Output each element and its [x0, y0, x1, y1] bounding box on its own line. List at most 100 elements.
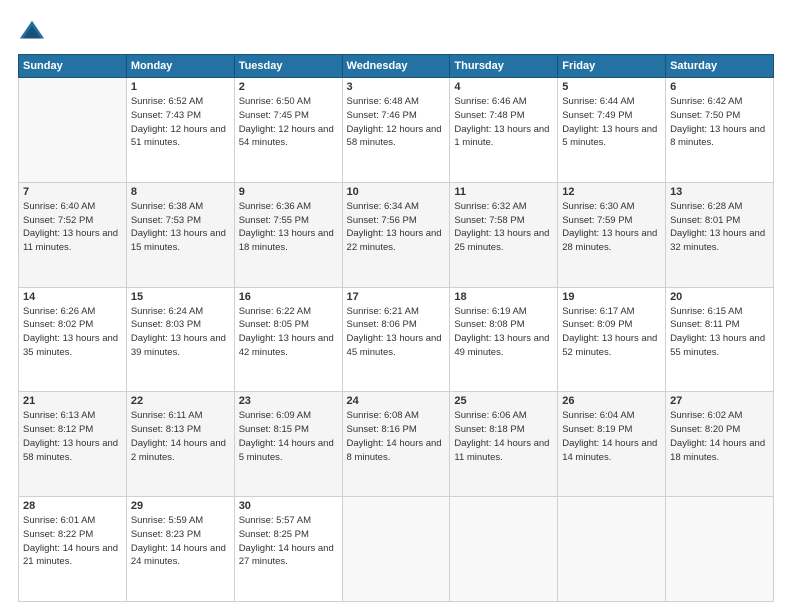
calendar-cell: 14Sunrise: 6:26 AMSunset: 8:02 PMDayligh…	[19, 287, 127, 392]
calendar-cell: 8 Sunrise: 6:38 AMSunset: 7:53 PMDaylight…	[126, 182, 234, 287]
day-info: Sunrise: 6:19 AMSunset: 8:08 PMDaylight:…	[454, 305, 553, 360]
calendar-cell: 18 Sunrise: 6:19 AMSunset: 8:08 PMDayligh…	[450, 287, 558, 392]
day-number: 8	[131, 186, 230, 198]
day-number: 30	[239, 500, 338, 512]
day-info: Sunrise: 6:48 AMSunset: 7:46 PMDaylight:…	[347, 95, 446, 150]
header-monday: Monday	[126, 55, 234, 78]
day-number: 28	[23, 500, 122, 512]
day-number: 17	[347, 291, 446, 303]
calendar-header-row: SundayMondayTuesdayWednesdayThursdayFrid…	[19, 55, 774, 78]
calendar-cell: 10 Sunrise: 6:34 AMSunset: 7:56 PMDayligh…	[342, 182, 450, 287]
day-number: 23	[239, 395, 338, 407]
header-friday: Friday	[558, 55, 666, 78]
calendar-cell: 26 Sunrise: 6:04 AMSunset: 8:19 PMDayligh…	[558, 392, 666, 497]
day-number: 21	[23, 395, 122, 407]
day-info: Sunrise: 6:01 AMSunset: 8:22 PMDaylight:…	[23, 514, 122, 569]
calendar-cell: 9 Sunrise: 6:36 AMSunset: 7:55 PMDaylight…	[234, 182, 342, 287]
calendar-cell	[666, 497, 774, 602]
day-number: 10	[347, 186, 446, 198]
day-number: 25	[454, 395, 553, 407]
header-tuesday: Tuesday	[234, 55, 342, 78]
day-info: Sunrise: 6:13 AMSunset: 8:12 PMDaylight:…	[23, 409, 122, 464]
day-number: 4	[454, 81, 553, 93]
day-info: Sunrise: 6:17 AMSunset: 8:09 PMDaylight:…	[562, 305, 661, 360]
day-info: Sunrise: 6:09 AMSunset: 8:15 PMDaylight:…	[239, 409, 338, 464]
calendar-cell: 27 Sunrise: 6:02 AMSunset: 8:20 PMDayligh…	[666, 392, 774, 497]
day-number: 5	[562, 81, 661, 93]
day-number: 2	[239, 81, 338, 93]
day-info: Sunrise: 6:06 AMSunset: 8:18 PMDaylight:…	[454, 409, 553, 464]
calendar-cell: 24 Sunrise: 6:08 AMSunset: 8:16 PMDayligh…	[342, 392, 450, 497]
day-number: 18	[454, 291, 553, 303]
day-info: Sunrise: 6:30 AMSunset: 7:59 PMDaylight:…	[562, 200, 661, 255]
day-number: 1	[131, 81, 230, 93]
page-header	[18, 18, 774, 46]
day-info: Sunrise: 6:40 AMSunset: 7:52 PMDaylight:…	[23, 200, 122, 255]
calendar-cell: 25 Sunrise: 6:06 AMSunset: 8:18 PMDayligh…	[450, 392, 558, 497]
day-info: Sunrise: 6:50 AMSunset: 7:45 PMDaylight:…	[239, 95, 338, 150]
calendar-cell	[19, 78, 127, 183]
day-number: 7	[23, 186, 122, 198]
day-number: 22	[131, 395, 230, 407]
calendar-cell: 23 Sunrise: 6:09 AMSunset: 8:15 PMDayligh…	[234, 392, 342, 497]
day-info: Sunrise: 6:46 AMSunset: 7:48 PMDaylight:…	[454, 95, 553, 150]
day-number: 26	[562, 395, 661, 407]
day-info: Sunrise: 6:38 AMSunset: 7:53 PMDaylight:…	[131, 200, 230, 255]
day-info: Sunrise: 6:08 AMSunset: 8:16 PMDaylight:…	[347, 409, 446, 464]
calendar-cell: 22 Sunrise: 6:11 AMSunset: 8:13 PMDayligh…	[126, 392, 234, 497]
header-saturday: Saturday	[666, 55, 774, 78]
calendar-week-2: 7 Sunrise: 6:40 AMSunset: 7:52 PMDaylight…	[19, 182, 774, 287]
day-info: Sunrise: 6:24 AMSunset: 8:03 PMDaylight:…	[131, 305, 230, 360]
day-number: 13	[670, 186, 769, 198]
calendar-week-3: 14Sunrise: 6:26 AMSunset: 8:02 PMDayligh…	[19, 287, 774, 392]
day-info: Sunrise: 6:21 AMSunset: 8:06 PMDaylight:…	[347, 305, 446, 360]
logo-icon	[18, 18, 46, 46]
day-info: Sunrise: 6:15 AMSunset: 8:11 PMDaylight:…	[670, 305, 769, 360]
day-info: Sunrise: 6:34 AMSunset: 7:56 PMDaylight:…	[347, 200, 446, 255]
day-number: 15	[131, 291, 230, 303]
day-number: 11	[454, 186, 553, 198]
calendar-cell: 21 Sunrise: 6:13 AMSunset: 8:12 PMDayligh…	[19, 392, 127, 497]
calendar-cell: 17 Sunrise: 6:21 AMSunset: 8:06 PMDayligh…	[342, 287, 450, 392]
day-info: Sunrise: 5:57 AMSunset: 8:25 PMDaylight:…	[239, 514, 338, 569]
day-info: Sunrise: 6:42 AMSunset: 7:50 PMDaylight:…	[670, 95, 769, 150]
calendar-table: SundayMondayTuesdayWednesdayThursdayFrid…	[18, 54, 774, 602]
day-number: 20	[670, 291, 769, 303]
calendar-cell: 11 Sunrise: 6:32 AMSunset: 7:58 PMDayligh…	[450, 182, 558, 287]
calendar-week-5: 28 Sunrise: 6:01 AMSunset: 8:22 PMDayligh…	[19, 497, 774, 602]
day-info: Sunrise: 6:36 AMSunset: 7:55 PMDaylight:…	[239, 200, 338, 255]
day-info: Sunrise: 6:52 AMSunset: 7:43 PMDaylight:…	[131, 95, 230, 150]
calendar-cell: 20 Sunrise: 6:15 AMSunset: 8:11 PMDayligh…	[666, 287, 774, 392]
calendar-cell: 4 Sunrise: 6:46 AMSunset: 7:48 PMDaylight…	[450, 78, 558, 183]
day-info: Sunrise: 6:02 AMSunset: 8:20 PMDaylight:…	[670, 409, 769, 464]
day-info: Sunrise: 5:59 AMSunset: 8:23 PMDaylight:…	[131, 514, 230, 569]
day-info: Sunrise: 6:44 AMSunset: 7:49 PMDaylight:…	[562, 95, 661, 150]
calendar-cell: 19 Sunrise: 6:17 AMSunset: 8:09 PMDayligh…	[558, 287, 666, 392]
calendar-cell: 5 Sunrise: 6:44 AMSunset: 7:49 PMDaylight…	[558, 78, 666, 183]
calendar-week-1: 1 Sunrise: 6:52 AMSunset: 7:43 PMDaylight…	[19, 78, 774, 183]
calendar-cell: 3Sunrise: 6:48 AMSunset: 7:46 PMDaylight…	[342, 78, 450, 183]
day-number: 6	[670, 81, 769, 93]
calendar-cell: 1 Sunrise: 6:52 AMSunset: 7:43 PMDaylight…	[126, 78, 234, 183]
calendar-cell	[558, 497, 666, 602]
calendar-cell: 13Sunrise: 6:28 AMSunset: 8:01 PMDayligh…	[666, 182, 774, 287]
calendar-week-4: 21 Sunrise: 6:13 AMSunset: 8:12 PMDayligh…	[19, 392, 774, 497]
day-info: Sunrise: 6:04 AMSunset: 8:19 PMDaylight:…	[562, 409, 661, 464]
header-sunday: Sunday	[19, 55, 127, 78]
calendar-cell: 28 Sunrise: 6:01 AMSunset: 8:22 PMDayligh…	[19, 497, 127, 602]
logo	[18, 18, 50, 46]
calendar-cell: 30 Sunrise: 5:57 AMSunset: 8:25 PMDayligh…	[234, 497, 342, 602]
day-number: 24	[347, 395, 446, 407]
day-info: Sunrise: 6:32 AMSunset: 7:58 PMDaylight:…	[454, 200, 553, 255]
calendar-cell	[342, 497, 450, 602]
day-number: 16	[239, 291, 338, 303]
day-number: 27	[670, 395, 769, 407]
day-info: Sunrise: 6:11 AMSunset: 8:13 PMDaylight:…	[131, 409, 230, 464]
day-info: Sunrise: 6:22 AMSunset: 8:05 PMDaylight:…	[239, 305, 338, 360]
calendar-cell: 15 Sunrise: 6:24 AMSunset: 8:03 PMDayligh…	[126, 287, 234, 392]
day-number: 19	[562, 291, 661, 303]
day-number: 29	[131, 500, 230, 512]
day-number: 14	[23, 291, 122, 303]
day-number: 9	[239, 186, 338, 198]
day-number: 12	[562, 186, 661, 198]
